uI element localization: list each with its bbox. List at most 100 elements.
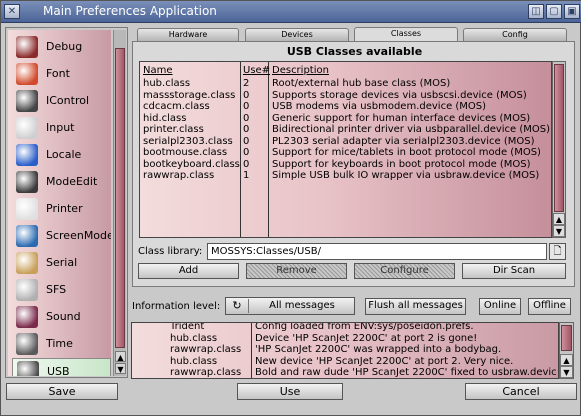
use-button[interactable]: Use [237,383,343,400]
log-source[interactable]: hub.class [170,333,217,344]
log-message[interactable]: New device 'HP ScanJet 2200C' at port 2.… [255,356,513,367]
dir-scan-button[interactable]: Dir Scan [462,263,566,279]
class-list-scrollbar[interactable]: ▲ ▼ [552,61,566,238]
save-button[interactable]: Save [6,383,118,400]
class-row-use[interactable]: 2 [243,78,249,89]
sidebar-item-label: Input [46,121,75,134]
class-row-desc[interactable]: Support for keyboards in boot protocol m… [272,159,531,170]
scroll-up-icon[interactable]: ▲ [553,213,565,225]
header-name[interactable]: Name [143,65,173,76]
class-row-name[interactable]: rawwrap.class [143,170,214,181]
class-list-scroll-thumb[interactable] [554,64,564,212]
scroll-down-icon[interactable]: ▼ [115,363,126,374]
log-source[interactable]: rawwrap.class [170,344,241,355]
remove-button[interactable]: Remove [246,263,347,279]
class-row-use[interactable]: 0 [243,124,249,135]
scroll-up-icon[interactable]: ▲ [115,351,126,362]
depth-icon[interactable]: ◫ [528,4,544,19]
tab-devices[interactable]: Devices [245,28,349,41]
class-row-desc[interactable]: Bidirectional printer driver via usbpara… [272,124,550,135]
log-source[interactable]: Trident [170,323,204,332]
sidebar-item-font[interactable]: Font [12,61,111,87]
globe-icon [16,144,38,166]
log-message[interactable]: 'HP ScanJet 2200C' was wrapped into a bo… [255,344,501,355]
log-scrollbar[interactable]: ▲ ▼ [559,322,574,379]
drawer-popup-icon[interactable]: 🗋 [549,243,566,260]
class-row-desc[interactable]: PL2303 serial adapter via serialpl2303.d… [272,136,534,147]
sidebar-item-modeedit[interactable]: ModeEdit [12,169,111,195]
log-scroll-thumb[interactable] [561,325,572,351]
sidebar-scroll-thumb[interactable] [115,48,125,348]
sidebar-item-label: ModeEdit [46,175,98,188]
flush-messages-button[interactable]: Flush all messages [365,298,466,315]
configure-button[interactable]: Configure [354,263,455,279]
tab-config[interactable]: Config [463,28,567,41]
information-level-cycle[interactable]: ↻ All messages [225,297,355,315]
scroll-up-icon[interactable]: ▲ [560,354,573,366]
tab-classes[interactable]: Classes [354,27,458,41]
class-row-use[interactable]: 0 [243,113,249,124]
class-row-use[interactable]: 0 [243,90,249,101]
column-divider[interactable] [240,62,241,237]
sidebar-item-label: Locale [46,148,82,161]
class-row-name[interactable]: bootkeyboard.class [143,159,240,170]
online-button[interactable]: Online [479,298,521,315]
sidebar-item-printer[interactable]: Printer [12,196,111,222]
offline-button[interactable]: Offline [528,298,571,315]
class-library-input[interactable]: MOSSYS:Classes/USB/ [207,243,547,260]
class-list[interactable]: Name Use# Description hub.class 2 Root/ext… [139,61,552,238]
add-button[interactable]: Add [138,263,239,279]
class-row-name[interactable]: hid.class [143,113,186,124]
cancel-button[interactable]: Cancel [465,383,577,400]
tab-hardware[interactable]: Hardware [137,28,239,41]
font-icon [16,63,38,85]
sidebar-item-label: Debug [46,40,83,53]
class-row-desc[interactable]: Support for mice/tablets in boot protoco… [272,147,541,158]
sidebar-item-input[interactable]: Input [12,115,111,141]
class-row-name[interactable]: serialpl2303.class [143,136,233,147]
column-divider[interactable] [268,62,269,237]
sidebar-item-debug[interactable]: Debug [12,34,111,60]
scroll-down-icon[interactable]: ▼ [553,225,565,237]
sidebar-item-serial[interactable]: Serial [12,250,111,276]
class-row-name[interactable]: hub.class [143,78,190,89]
class-row-desc[interactable]: Supports storage devices via usbscsi.dev… [272,90,527,101]
class-row-desc[interactable]: Generic support for human interface devi… [272,113,530,124]
scroll-down-icon[interactable]: ▼ [560,366,573,378]
sidebar-item-label: Printer [46,202,83,215]
class-row-name[interactable]: printer.class [143,124,204,135]
sidebar-item-usb[interactable]: USB [12,358,111,376]
class-row-use[interactable]: 0 [243,147,249,158]
log-source[interactable]: rawwrap.class [170,367,241,378]
sidebar-item-time[interactable]: Time [12,331,111,357]
close-icon[interactable]: ✕ [4,4,20,19]
class-row-name[interactable]: bootmouse.class [143,147,227,158]
class-row-use[interactable]: 0 [243,101,249,112]
title-bar[interactable]: ✕ Main Preferences Application ◫ ▢ ▣ [1,1,581,23]
class-row-use[interactable]: 0 [243,136,249,147]
log-message[interactable]: Device 'HP ScanJet 2200C' at port 2 is g… [255,333,477,344]
sidebar-item-locale[interactable]: Locale [12,142,111,168]
message-log[interactable]: Trident Config loaded from ENV:sys/poseid… [131,322,559,379]
log-source[interactable]: hub.class [170,356,217,367]
header-use[interactable]: Use# [243,65,270,76]
sidebar-item-sound[interactable]: Sound [12,304,111,330]
header-description[interactable]: Description [272,65,329,76]
class-row-desc[interactable]: Root/external hub base class (MOS) [272,78,450,89]
class-row-name[interactable]: massstorage.class [143,90,235,101]
class-row-use[interactable]: 0 [243,159,249,170]
cycle-value: All messages [269,300,335,311]
iconify-icon[interactable]: ▣ [564,4,580,19]
log-message[interactable]: Config loaded from ENV:sys/poseidon.pref… [255,323,474,332]
class-row-desc[interactable]: Simple USB bulk IO wrapper via usbraw.de… [272,170,539,181]
sidebar-item-icontrol[interactable]: IControl [12,88,111,114]
log-message[interactable]: Bold and raw dude 'HP ScanJet 2200C' fix… [255,367,557,378]
zoom-icon[interactable]: ▢ [546,4,562,19]
class-row-use[interactable]: 1 [243,170,249,181]
class-row-desc[interactable]: USB modems via usbmodem.device (MOS) [272,101,486,112]
sidebar-scrollbar[interactable]: ▲ ▼ [113,30,126,376]
sidebar-item-label: SFS [46,283,67,296]
sidebar-item-sfs[interactable]: SFS [12,277,111,303]
class-row-name[interactable]: cdcacm.class [143,101,210,112]
sidebar-item-screenmode[interactable]: ScreenMode [12,223,111,249]
